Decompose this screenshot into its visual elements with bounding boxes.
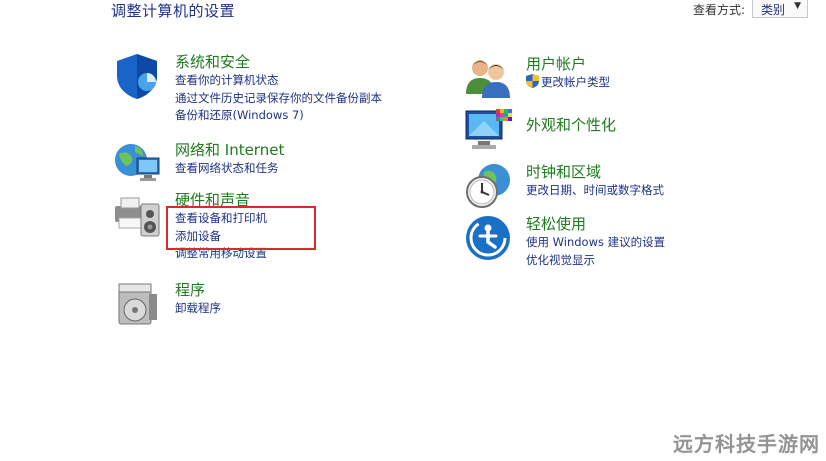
link-file-history-backup[interactable]: 通过文件历史记录保存你的文件备份副本 (175, 90, 382, 108)
category-title-network-internet[interactable]: 网络和 Internet (175, 140, 284, 160)
network-globe-icon[interactable] (113, 140, 161, 188)
link-change-account-type-label: 更改帐户类型 (541, 75, 610, 89)
monitor-palette-icon[interactable] (464, 107, 512, 155)
link-uninstall-program[interactable]: 卸载程序 (175, 300, 221, 318)
watermark: 远方科技手游网 (673, 432, 820, 456)
category-title-appearance[interactable]: 外观和个性化 (526, 115, 616, 135)
programs-disc-icon[interactable] (113, 280, 161, 328)
category-title-programs[interactable]: 程序 (175, 280, 221, 300)
users-icon[interactable] (464, 54, 512, 102)
clock-globe-icon[interactable] (464, 162, 512, 210)
link-optimize-visual-display[interactable]: 优化视觉显示 (526, 252, 665, 270)
view-by-value: 类别 (761, 3, 786, 17)
category-title-user-accounts[interactable]: 用户帐户 (526, 54, 610, 74)
ease-of-access-icon[interactable] (464, 214, 512, 262)
shield-icon[interactable] (113, 52, 161, 100)
link-change-account-type[interactable]: 更改帐户类型 (526, 74, 610, 92)
link-change-date-time-format[interactable]: 更改日期、时间或数字格式 (526, 182, 664, 200)
link-view-computer-status[interactable]: 查看你的计算机状态 (175, 72, 382, 90)
page-title: 调整计算机的设置 (111, 2, 236, 20)
uac-shield-icon (526, 74, 539, 88)
view-by-label: 查看方式: (693, 3, 746, 17)
chevron-down-icon: ▼ (794, 1, 801, 11)
link-backup-restore[interactable]: 备份和还原(Windows 7) (175, 107, 382, 125)
link-windows-recommended-settings[interactable]: 使用 Windows 建议的设置 (526, 234, 665, 252)
highlight-box (166, 206, 316, 250)
view-by-dropdown[interactable]: 类别 ▼ (752, 0, 808, 18)
category-title-ease-of-access[interactable]: 轻松使用 (526, 214, 665, 234)
category-title-clock-region[interactable]: 时钟和区域 (526, 162, 664, 182)
printer-speaker-icon[interactable] (113, 190, 161, 238)
link-network-status[interactable]: 查看网络状态和任务 (175, 160, 284, 178)
category-title-system-security[interactable]: 系统和安全 (175, 52, 382, 72)
